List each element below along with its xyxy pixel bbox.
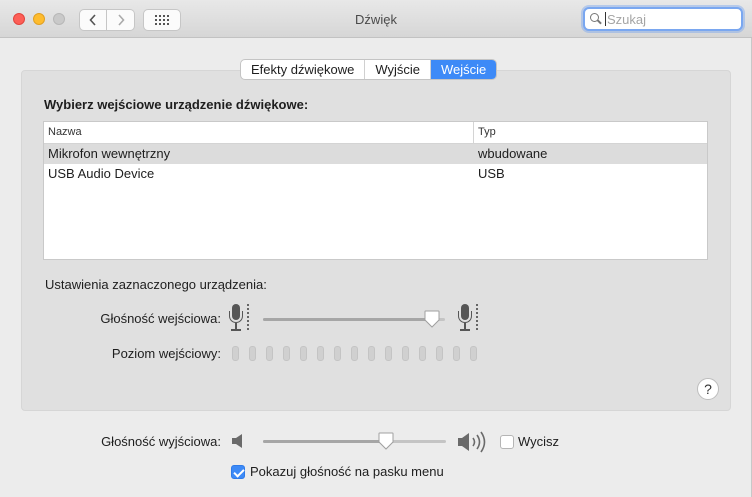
level-segment [368,346,375,361]
speaker-low-icon [232,434,242,448]
level-segment [402,346,409,361]
device-settings-label: Ustawienia zaznaczonego urządzenia: [45,277,267,292]
input-volume-fill [263,318,433,321]
input-level-label: Poziom wejściowy: [111,346,221,361]
device-list-heading: Wybierz wejściowe urządzenie dźwiękowe: [44,97,309,112]
output-volume-label: Głośność wyjściowa: [101,434,221,449]
search-placeholder: Szukaj [607,11,647,27]
level-segment [385,346,392,361]
level-segment [300,346,307,361]
tab-input[interactable]: Wejście [431,60,497,79]
input-device-table: Nazwa Typ Mikrofon wewnętrzny wbudowane … [43,121,708,260]
level-segment [249,346,256,361]
level-segment [436,346,443,361]
table-header: Nazwa Typ [44,122,707,144]
output-volume-slider[interactable] [263,440,446,443]
speaker-high-icon [458,431,486,453]
column-header-name[interactable]: Nazwa [44,122,474,143]
level-segment [266,346,273,361]
mic-level-dots-low [247,304,249,332]
device-type: USB [478,166,505,181]
level-segment [232,346,239,361]
mic-level-dots-high [476,304,478,332]
help-button[interactable]: ? [697,378,719,400]
level-segment [453,346,460,361]
search-icon [589,12,603,26]
microphone-high-icon [457,303,473,331]
mute-label: Wycisz [518,434,560,449]
show-volume-in-menubar-label: Pokazuj głośność na pasku menu [250,464,444,479]
input-level-meter [232,346,487,361]
title-bar: Dźwięk Szukaj [0,0,752,38]
search-field[interactable]: Szukaj [583,7,743,31]
level-segment [419,346,426,361]
level-segment [470,346,477,361]
level-segment [334,346,341,361]
level-segment [351,346,358,361]
column-header-type[interactable]: Typ [474,122,707,143]
device-name: USB Audio Device [48,166,155,181]
input-volume-label: Głośność wejściowa: [100,311,221,326]
table-row[interactable]: USB Audio Device USB [44,164,707,184]
microphone-low-icon [228,303,244,331]
input-volume-slider[interactable] [263,318,445,321]
device-type: wbudowane [478,146,548,161]
tab-bar: Efekty dźwiękowe Wyjście Wejście [240,59,498,80]
device-name: Mikrofon wewnętrzny [48,146,171,161]
input-volume-thumb[interactable] [424,310,440,328]
show-volume-in-menubar-checkbox[interactable] [231,465,245,479]
output-volume-fill [263,440,386,443]
level-segment [283,346,290,361]
mute-checkbox[interactable] [500,435,514,449]
tab-output[interactable]: Wyjście [365,60,431,79]
sound-preferences-window: Dźwięk Szukaj Efekty dźwiękowe Wyjście W… [0,0,752,497]
table-row[interactable]: Mikrofon wewnętrzny wbudowane [44,144,707,164]
output-volume-thumb[interactable] [378,432,394,450]
text-caret [605,12,606,26]
level-segment [317,346,324,361]
tab-sound-effects[interactable]: Efekty dźwiękowe [241,60,366,79]
